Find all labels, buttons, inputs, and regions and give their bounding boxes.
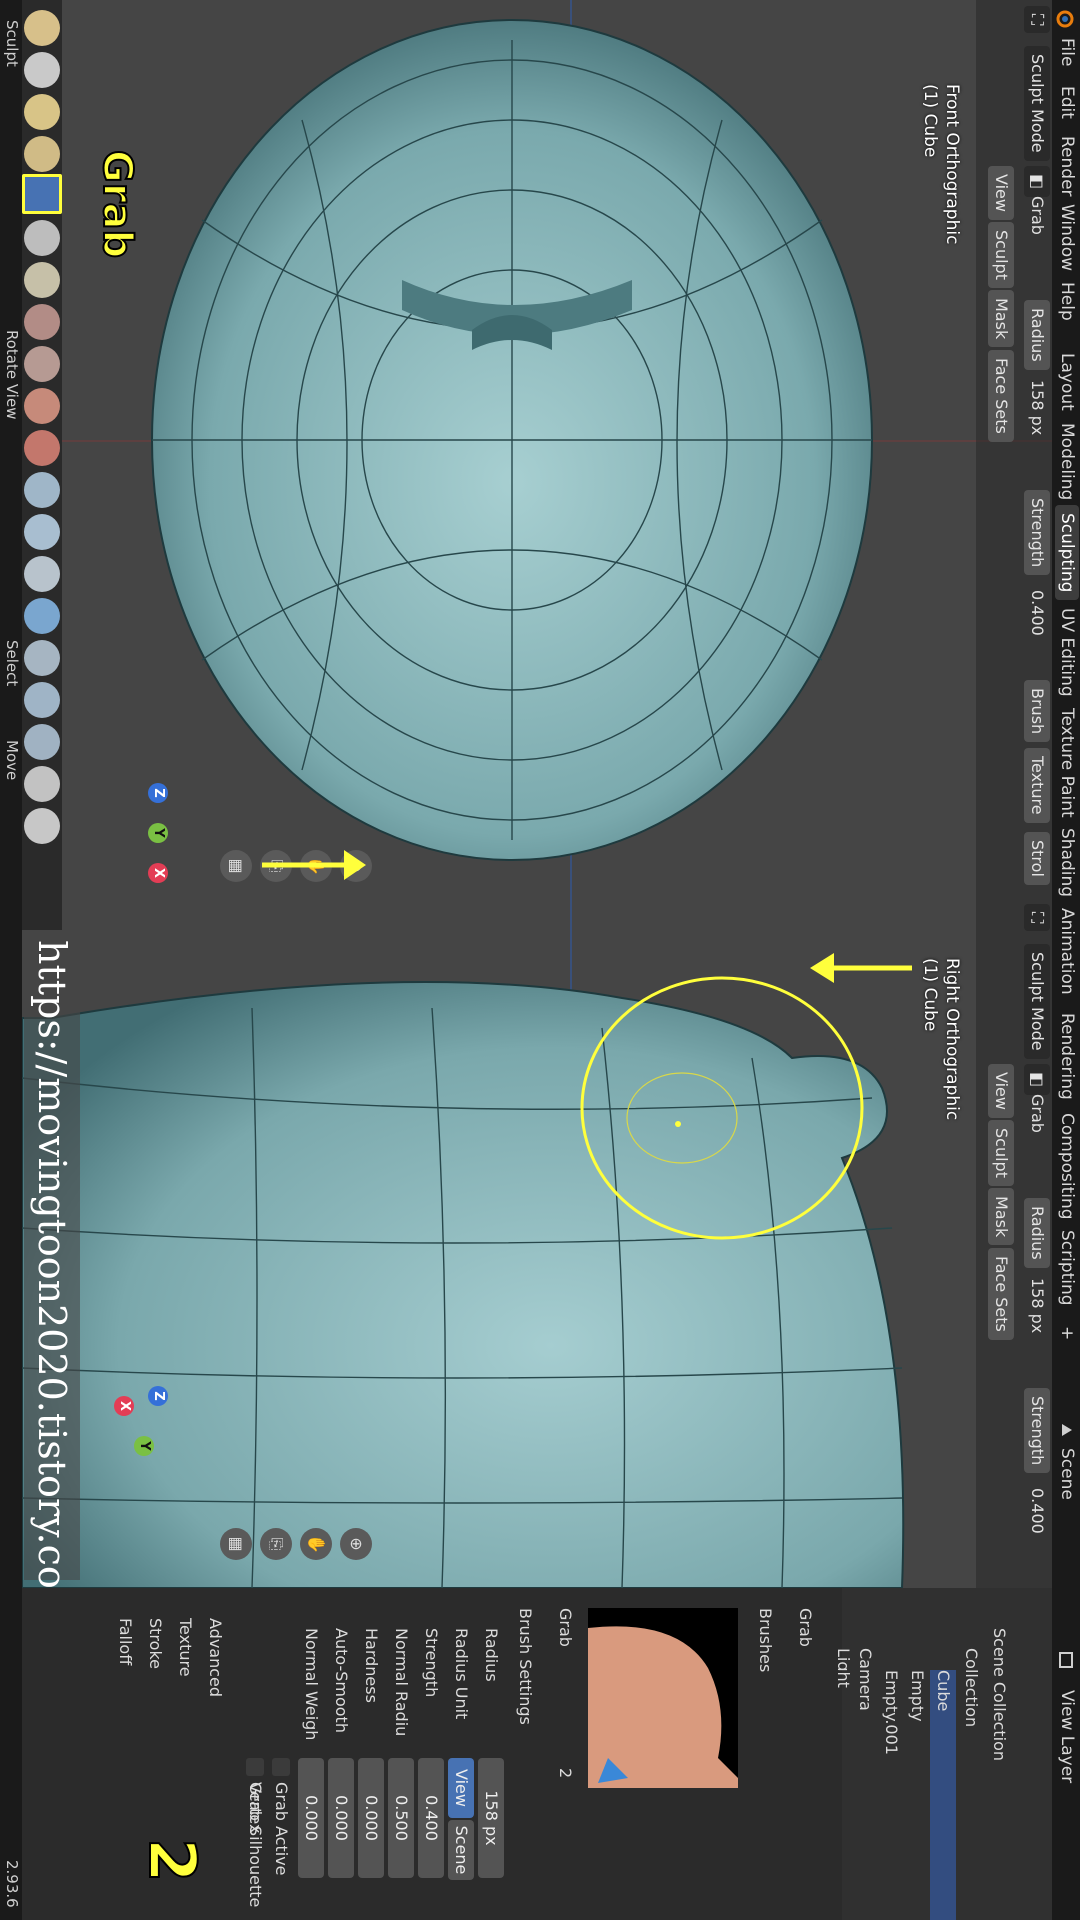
menu-window[interactable]: Window xyxy=(1057,204,1077,271)
auto-smooth-field[interactable]: 0.000 xyxy=(328,1758,354,1878)
version-label: 2.93.6 xyxy=(3,1860,21,1908)
status-select: Select xyxy=(3,640,21,687)
tab-uv-editing[interactable]: UV Editing xyxy=(1055,600,1079,705)
snake-hook-brush-icon[interactable] xyxy=(24,220,60,256)
simplify-brush-icon[interactable] xyxy=(24,556,60,592)
grab-callout: Grab xyxy=(93,149,141,259)
rotate-brush-icon[interactable] xyxy=(24,388,60,424)
brush-center-dot xyxy=(675,1121,681,1127)
view-layer-selector[interactable]: View Layer xyxy=(1057,1690,1077,1783)
zoom-icon-right[interactable]: ⊕ xyxy=(340,1528,372,1560)
viewport-front[interactable]: ⛶ Sculpt Mode ◧ Grab Radius 158 px Stren… xyxy=(22,0,1052,898)
arrow-up-icon xyxy=(262,850,366,880)
nudge-brush-icon[interactable] xyxy=(24,346,60,382)
brushes-label[interactable]: Brushes xyxy=(752,1608,778,1920)
pose-brush-icon[interactable] xyxy=(24,304,60,340)
status-bar: Sculpt Rotate View Select Move 2.93.6 xyxy=(0,0,22,1920)
outliner-title[interactable]: Scene Collection xyxy=(986,1628,1012,1920)
outliner-item-cube[interactable]: Cube xyxy=(930,1670,956,1920)
tab-modeling[interactable]: Modeling xyxy=(1055,415,1079,508)
slide-relax-brush-icon[interactable] xyxy=(24,430,60,466)
gizmo-y[interactable]: Y xyxy=(148,823,168,843)
head-mesh-front xyxy=(151,19,873,861)
tab-shading[interactable]: Shading xyxy=(1055,820,1079,905)
viewport-right[interactable]: ⛶ Sculpt Mode ◧ Grab Radius 158 px Stren… xyxy=(22,898,1052,1588)
radius-unit-scene[interactable]: Scene xyxy=(448,1820,474,1880)
view-layer-icon[interactable] xyxy=(1056,1650,1076,1670)
brush-preview[interactable] xyxy=(588,1608,738,1788)
tab-sculpting[interactable]: Sculpting xyxy=(1055,505,1079,601)
tab-rendering[interactable]: Rendering xyxy=(1055,1005,1079,1108)
scene-icon[interactable] xyxy=(1056,1420,1076,1440)
normal-weight-field[interactable]: 0.000 xyxy=(298,1758,324,1878)
tab-compositing[interactable]: Compositing xyxy=(1055,1105,1079,1228)
outliner-item-empty[interactable]: Empty xyxy=(904,1670,930,1920)
tab-texture-paint[interactable]: Texture Paint xyxy=(1055,700,1079,826)
outliner: Scene Collection Collection Cube Empty E… xyxy=(834,1588,1052,1920)
draw-brush-icon[interactable] xyxy=(24,10,60,46)
sculpt-tool-shelf xyxy=(22,0,62,930)
fill-brush-icon[interactable] xyxy=(24,808,60,844)
draw-face-sets-brush-icon[interactable] xyxy=(24,640,60,676)
brush-users-count[interactable]: 2 xyxy=(552,1768,578,1920)
scene-selector[interactable]: Scene xyxy=(1057,1448,1077,1500)
outliner-item-empty-001[interactable]: Empty.001 xyxy=(878,1670,904,1920)
top-bar: File Edit Render Window Help Layout Mode… xyxy=(1052,0,1080,1920)
grid-icon-right[interactable]: ▦ xyxy=(220,1528,252,1560)
flatten-brush-icon[interactable] xyxy=(24,766,60,802)
normal-radius-field[interactable]: 0.500 xyxy=(388,1758,414,1878)
properties-panel: Grab Brushes Grab 2 Brush Settings Radiu… xyxy=(22,1588,838,1920)
blender-window: File Edit Render Window Help Layout Mode… xyxy=(0,0,1080,1920)
pan-icon-right[interactable]: ✋ xyxy=(300,1528,332,1560)
brush-settings-title[interactable]: Brush Settings xyxy=(512,1608,538,1920)
tab-animation[interactable]: Animation xyxy=(1055,900,1079,1003)
strength-field[interactable]: 0.400 xyxy=(418,1758,444,1878)
gizmo-y-right[interactable]: Y xyxy=(134,1436,154,1456)
grab-active-vertex-checkbox[interactable] xyxy=(272,1758,290,1776)
step-number: 2 xyxy=(133,1837,209,1884)
hardness-field[interactable]: 0.000 xyxy=(358,1758,384,1878)
smooth-brush-icon[interactable] xyxy=(24,724,60,760)
mask-brush-icon[interactable] xyxy=(24,598,60,634)
grab-silhouette-checkbox[interactable] xyxy=(246,1758,264,1776)
menu-edit[interactable]: Edit xyxy=(1057,86,1077,119)
grab-brush-icon[interactable] xyxy=(22,174,62,214)
gizmo-z-right[interactable]: Z xyxy=(148,1386,168,1406)
thumb-brush-icon[interactable] xyxy=(24,262,60,298)
clay-strips-brush-icon[interactable] xyxy=(24,136,60,172)
active-tool-name: Grab xyxy=(796,1608,815,1647)
menu-help[interactable]: Help xyxy=(1057,282,1077,321)
gizmo-x[interactable]: X xyxy=(148,863,168,883)
clay-brush-icon[interactable] xyxy=(24,94,60,130)
side-panels: Scene Collection Collection Cube Empty E… xyxy=(22,1588,1052,1920)
cloth-brush-icon[interactable] xyxy=(24,514,60,550)
draw-sharp-brush-icon[interactable] xyxy=(24,52,60,88)
menu-file[interactable]: File xyxy=(1057,38,1077,66)
gizmo-z[interactable]: Z xyxy=(148,783,168,803)
radius-unit-view[interactable]: View xyxy=(448,1758,474,1818)
gizmo-x-right[interactable]: X xyxy=(114,1396,134,1416)
watermark: https://movingtoon2020.tistory.com xyxy=(24,940,80,1625)
boundary-brush-icon[interactable] xyxy=(24,472,60,508)
add-workspace-button[interactable]: + xyxy=(1055,1318,1079,1348)
status-move: Move xyxy=(3,740,21,781)
blender-logo-icon[interactable] xyxy=(1056,8,1076,28)
grab-silhouette-label: Grab Silhouette xyxy=(246,1782,265,1908)
tab-layout[interactable]: Layout xyxy=(1055,345,1079,419)
multires-brush-icon[interactable] xyxy=(24,682,60,718)
menu-render[interactable]: Render xyxy=(1057,136,1077,197)
status-rotate-view: Rotate View xyxy=(3,330,21,420)
radius-field[interactable]: 158 px xyxy=(478,1758,504,1878)
grid-icon[interactable]: ▦ xyxy=(220,850,252,882)
grab-active-vertex-label: Grab Active Vertex xyxy=(246,1782,291,1876)
status-sculpt: Sculpt xyxy=(3,20,21,67)
tab-scripting[interactable]: Scripting xyxy=(1055,1222,1079,1314)
outliner-collection[interactable]: Collection xyxy=(958,1648,984,1920)
arrow-down-icon xyxy=(810,953,912,983)
camera-icon-right[interactable]: ⎘ xyxy=(260,1528,292,1560)
